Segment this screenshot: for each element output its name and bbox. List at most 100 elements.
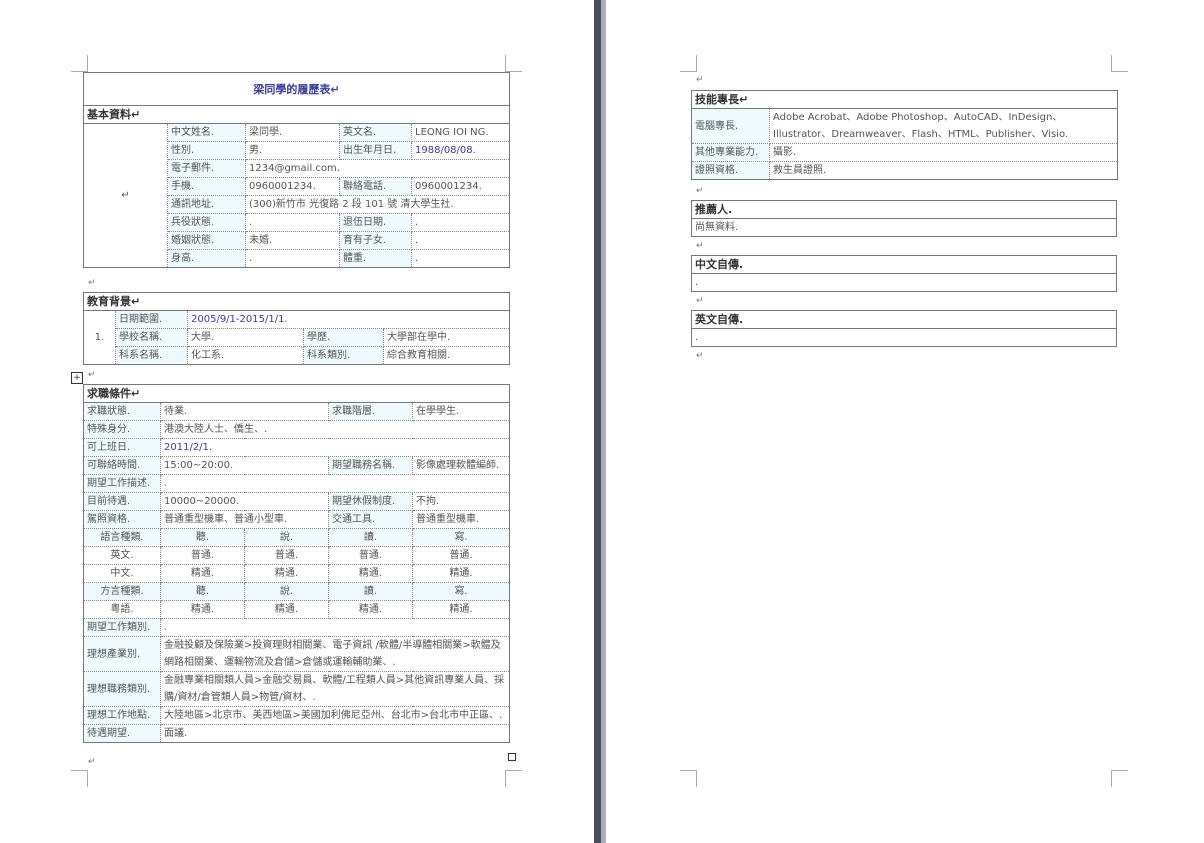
- field-label: 特殊身分.: [83, 420, 161, 439]
- lang-cell[interactable]: 精通.: [328, 564, 413, 583]
- field-label: 其他專業能力.: [691, 143, 770, 162]
- field-value[interactable]: .: [159, 618, 511, 637]
- field-label: 電子郵件.: [167, 159, 246, 178]
- field-label: 學校名稱.: [115, 328, 188, 347]
- paragraph-mark: ↵: [88, 278, 96, 288]
- field-label: 出生年月日.: [339, 141, 412, 160]
- field-value[interactable]: 不拘.: [411, 492, 511, 511]
- field-value[interactable]: .: [245, 249, 340, 268]
- field-value[interactable]: 男.: [245, 141, 340, 160]
- lang-header: 寫.: [411, 528, 511, 547]
- page-2: ↵ 技能專長↵ 電腦專長. Adobe Acrobat、Adobe Photos…: [606, 0, 1204, 843]
- paragraph-mark: ↵: [696, 351, 704, 361]
- dialect-header: 說.: [244, 582, 329, 601]
- field-value[interactable]: 1234@gmail.com.: [244, 159, 511, 178]
- basic-info-table: 梁同學的履歷表↵ 基本資料↵ ↵ 中文姓名. 梁同學. 英文名. LEONG I…: [82, 72, 511, 268]
- lang-cell[interactable]: 精通.: [160, 564, 245, 583]
- field-value[interactable]: 待業.: [160, 402, 329, 421]
- field-label: 待遇期望.: [83, 724, 161, 743]
- paragraph-mark: ↵: [696, 186, 704, 196]
- field-value[interactable]: .: [245, 213, 340, 232]
- field-value[interactable]: 大學.: [187, 328, 304, 347]
- field-value[interactable]: 0960001234.: [245, 177, 340, 196]
- field-label: 期望休假制度.: [328, 492, 413, 511]
- field-label: 目前待遇.: [83, 492, 161, 511]
- field-value[interactable]: 2011/2/1.: [159, 438, 511, 457]
- paragraph-mark: ↵: [696, 75, 704, 85]
- field-label: 交通工具.: [328, 510, 413, 529]
- dialect-cell[interactable]: 精通.: [411, 600, 511, 619]
- english-bio-table: 英文自傳. .: [691, 310, 1117, 347]
- field-label: 學歷.: [303, 328, 384, 347]
- dialect-cell[interactable]: 精通.: [244, 600, 329, 619]
- field-value[interactable]: (300)新竹市 光復路 2 段 101 號 清大學生社.: [244, 195, 511, 214]
- field-value[interactable]: 2005/9/1-2015/1/1.: [186, 310, 511, 329]
- field-value[interactable]: 1988/08/08.: [410, 141, 511, 160]
- lang-cell[interactable]: 精通.: [244, 564, 329, 583]
- field-value[interactable]: 攝影.: [769, 143, 1118, 162]
- lang-cell[interactable]: 普通.: [244, 546, 329, 565]
- field-value[interactable]: 普通重型機車.: [411, 510, 511, 529]
- field-value[interactable]: .: [410, 213, 511, 232]
- field-label: 期望工作描述.: [83, 474, 161, 493]
- field-value[interactable]: 0960001234.: [410, 177, 511, 196]
- field-label: 科系名稱.: [115, 346, 188, 365]
- field-label: 手機.: [167, 177, 246, 196]
- field-value[interactable]: 救生員證照.: [769, 161, 1118, 180]
- education-index: 1.: [83, 310, 116, 365]
- field-label: 日期範圍.: [115, 310, 188, 329]
- field-value[interactable]: 大學部在學中.: [382, 328, 511, 347]
- field-value[interactable]: 10000~20000.: [160, 492, 329, 511]
- field-value[interactable]: 普通重型機車、普通小型車.: [160, 510, 329, 529]
- lang-cell[interactable]: 普通.: [160, 546, 245, 565]
- field-value[interactable]: 未婚.: [245, 231, 340, 250]
- field-value[interactable]: .: [410, 231, 511, 250]
- field-value[interactable]: 梁同學.: [245, 123, 340, 142]
- table-move-handle[interactable]: +: [71, 372, 83, 384]
- field-value[interactable]: 面議.: [159, 724, 511, 743]
- field-label: 科系類別.: [303, 346, 384, 365]
- education-table: 教育背景↵ 1. 日期範圍. 2005/9/1-2015/1/1. 學校名稱. …: [82, 292, 511, 365]
- field-value[interactable]: 綜合教育相關.: [382, 346, 511, 365]
- dialect-cell[interactable]: 精通.: [328, 600, 413, 619]
- field-value[interactable]: 化工系.: [187, 346, 304, 365]
- crop-mark: [1111, 770, 1128, 787]
- field-label: 育有子女.: [339, 231, 412, 250]
- field-value[interactable]: LEONG IOI NG.: [410, 123, 511, 142]
- job-conditions-table: 求職條件↵ 求職狀態. 待業. 求職階層. 在學學生. 特殊身分. 港澳大陸人士…: [82, 384, 511, 743]
- field-label: 退伍日期.: [339, 213, 412, 232]
- section-heading-basic: 基本資料↵: [82, 105, 511, 124]
- paragraph-mark: ↵: [88, 757, 96, 767]
- field-label: 可聯絡時間.: [83, 456, 161, 475]
- lang-cell[interactable]: 普通.: [328, 546, 413, 565]
- lang-cell[interactable]: 普通.: [411, 546, 511, 565]
- field-value[interactable]: 金融專業相關類人員>金融交易員、軟體/工程類人員>其他資訊專業人員、採購/資材/…: [159, 671, 511, 707]
- table-resize-handle[interactable]: [508, 753, 516, 761]
- lang-cell: 中文.: [83, 564, 161, 583]
- lang-header: 讀.: [328, 528, 413, 547]
- field-label: 兵役狀態.: [167, 213, 246, 232]
- field-value[interactable]: 大陸地區>北京市、美西地區>美國加利佛尼亞州、台北市>台北市中正區、.: [159, 706, 511, 725]
- chinese-bio-table: 中文自傳. .: [691, 255, 1117, 292]
- field-label: 證照資格.: [691, 161, 770, 180]
- crop-mark: [680, 770, 697, 787]
- field-value[interactable]: Adobe Acrobat、Adobe Photoshop、AutoCAD、In…: [769, 108, 1118, 144]
- field-label: 英文名.: [339, 123, 412, 142]
- field-value[interactable]: 影像處理軟體編師.: [411, 456, 511, 475]
- field-value[interactable]: .: [159, 474, 511, 493]
- lang-header: 說.: [244, 528, 329, 547]
- photo-cell[interactable]: ↵: [83, 123, 168, 268]
- field-value[interactable]: 15:00~20:00.: [160, 456, 329, 475]
- field-value[interactable]: 在學學生.: [411, 402, 511, 421]
- field-value[interactable]: 金融投顧及保險業>投資理財相關業、電子資訊 /軟體/半導體相關業>軟體及網路相關…: [159, 636, 511, 672]
- dialect-cell[interactable]: 精通.: [160, 600, 245, 619]
- field-label: 性別.: [167, 141, 246, 160]
- field-value[interactable]: 尚無資料.: [691, 218, 1117, 237]
- field-value[interactable]: 港澳大陸人士、僑生、.: [159, 420, 511, 439]
- field-value[interactable]: .: [691, 273, 1117, 292]
- crop-mark: [505, 55, 522, 72]
- field-value[interactable]: .: [691, 328, 1117, 347]
- lang-cell[interactable]: 精通.: [411, 564, 511, 583]
- field-label: 通訊地址.: [167, 195, 246, 214]
- field-value[interactable]: .: [410, 249, 511, 268]
